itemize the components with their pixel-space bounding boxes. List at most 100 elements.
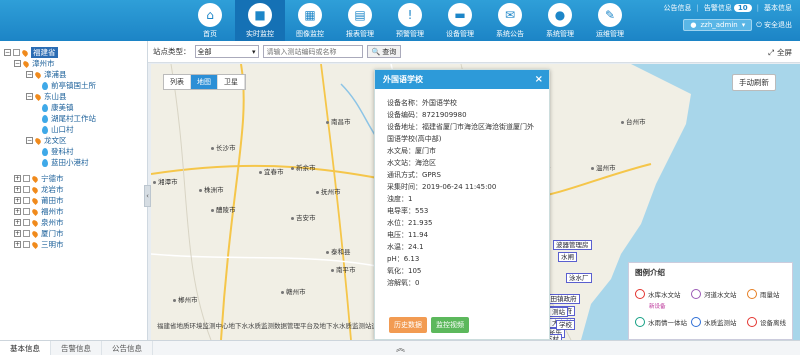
logout-label: 安全退出 [764,21,792,29]
legend-item: 水库水文站 [635,289,681,299]
tree-node-city2[interactable]: + 宁德市 [14,173,64,184]
map-type-1[interactable]: 地图 [191,75,218,89]
bottom-tab[interactable]: 告警信息 [51,341,102,355]
city-label: 吉安市 [291,212,316,222]
expand-toggle[interactable]: + [14,241,21,248]
checkbox[interactable] [23,219,30,226]
chevron-down-icon: ▾ [251,47,256,56]
checkbox[interactable] [23,208,30,215]
bottom-tab[interactable]: 公告信息 [102,341,153,355]
checkbox[interactable] [13,49,20,56]
quality-station-icon [691,317,701,327]
expand-toggle[interactable]: + [14,219,21,226]
legend-item: 设备离线 [747,317,786,327]
sidebar-collapse-toggle[interactable]: ‹ [144,185,151,207]
bottom-tab[interactable]: 基本信息 [0,341,51,355]
location-pin-icon [21,48,29,57]
refresh-button[interactable]: 手动刷新 [732,74,776,91]
legend-item: 河道水文站 [691,289,737,299]
checkbox[interactable] [23,175,30,182]
nav-label: 图像监控 [296,30,324,38]
nav-item-report[interactable]: ▤ 报表管理 [335,0,385,41]
monitor-video-button[interactable]: 监控视频 [431,317,469,333]
checkbox[interactable] [23,230,30,237]
popup-field: 设备地址：福建省厦门市海沧区海沧街道厦门外国语学校(高中部) [387,123,534,143]
expand-toggle[interactable]: − [26,93,33,100]
fullscreen-button[interactable]: ⤢ 全屏 [768,47,792,58]
warning-link[interactable]: 告警信息 10 [704,3,752,13]
expand-toggle[interactable]: − [26,137,33,144]
tree-node-label: 漳浦县 [44,70,67,79]
expand-toggle[interactable]: − [14,60,21,67]
nav-item-home[interactable]: ⌂ 首页 [185,0,235,41]
popup-field: 水温：24.1 [387,243,424,251]
search-input[interactable] [262,45,363,58]
nav-item-warning[interactable]: ! 预警管理 [385,0,435,41]
station-tag[interactable]: 学校 [556,320,575,330]
expand-toggle[interactable]: − [4,49,11,56]
expand-toggle[interactable]: + [14,197,21,204]
top-header: ⌂ 首页 ■ 实时监控 ▦ 图像监控 ▤ 报表管理! 预警管理 ▬ 设备管理 ✉ 系统公告 ● 系统管理 ✎ 运… [0,0,800,41]
station-tag[interactable]: 水闸 [558,252,577,262]
tree-node-city2[interactable]: + 泉州市 [14,217,64,228]
popup-field: 采集时间：2019-06-24 11:45:00 [387,183,497,191]
expand-toggle[interactable]: + [14,186,21,193]
tree-node-county[interactable]: − 龙文区 [26,135,67,146]
nav-item-camera[interactable]: ■ 实时监控 [235,0,285,41]
type-select[interactable]: 全部 ▾ [194,45,259,58]
rain-station-icon [747,289,757,299]
logout-button[interactable]: ⏻ 安全退出 [756,20,792,30]
map-type-0[interactable]: 列表 [164,75,191,89]
popup-field: 氧化：105 [387,267,422,275]
tree-node-city2[interactable]: + 三明市 [14,239,64,250]
close-icon[interactable]: × [535,70,543,89]
nav-item-image[interactable]: ▦ 图像监控 [285,0,335,41]
popup-field: 水位：21.935 [387,219,433,227]
announcement-link[interactable]: 公告信息 [664,3,692,13]
city-label: 南昌市 [326,116,351,126]
tree-node-root[interactable]: − 福建省 [4,47,58,58]
nav-item-maintenance[interactable]: ✎ 运维管理 [585,0,635,41]
chevron-up-icon[interactable]: ︽ [396,341,405,354]
nav-item-user-admin[interactable]: ● 系统管理 [535,0,585,41]
expand-toggle[interactable]: − [26,71,33,78]
checkbox[interactable] [23,197,30,204]
checkbox[interactable] [23,241,30,248]
query-button[interactable]: 🔍 查询 [366,45,402,58]
map-type-switch: 列表 地图 卫星 [163,74,246,90]
tree-node-station[interactable]: 康美镇 [42,102,74,113]
power-icon: ⏻ [756,21,762,29]
tree-node-station[interactable]: 登科村 [42,146,74,157]
tree-node-label: 湖尾村工作站 [51,114,96,123]
checkbox[interactable] [23,186,30,193]
history-data-button[interactable]: 历史数据 [389,317,427,333]
expand-toggle[interactable]: + [14,230,21,237]
basic-info-link[interactable]: 基本信息 [764,3,792,13]
tree-node-station[interactable]: 湖尾村工作站 [42,113,96,124]
tree-node-label: 三明市 [41,240,64,249]
tree-node-station[interactable]: 前亭镇国土所 [42,80,96,91]
tree-node-station[interactable]: 蓝田小港村 [42,157,89,168]
tree-node-label: 蓝田小港村 [51,158,89,167]
tree-node-city2[interactable]: + 龙岩市 [14,184,64,195]
tree-node-city[interactable]: − 漳州市 [14,58,55,69]
popup-body: 设备名称：外国语学校 设备编码：8721909980 设备地址：福建省厦门市海沧区海… [375,89,549,289]
tree-node-station[interactable]: 山口村 [42,124,74,135]
location-pin-icon [34,92,42,101]
user-dropdown[interactable]: ● zzh_admin ▾ [683,19,753,31]
tree-node-city2[interactable]: + 莆田市 [14,195,64,206]
tree-node-county[interactable]: − 东山县 [26,91,67,102]
tree-node-label: 宁德市 [41,174,64,183]
tree-node-county[interactable]: − 漳浦县 [26,69,67,80]
nav-item-device[interactable]: ▬ 设备管理 [435,0,485,41]
expand-toggle[interactable]: + [14,175,21,182]
station-tag[interactable]: 波器管理房 [553,240,592,250]
query-label: 查询 [382,47,397,56]
map-type-2[interactable]: 卫星 [218,75,245,89]
station-tag[interactable]: 泳水厂 [566,273,592,283]
nav-item-announcement[interactable]: ✉ 系统公告 [485,0,535,41]
tree-node-city2[interactable]: + 厦门市 [14,228,64,239]
expand-toggle[interactable]: + [14,208,21,215]
tree-node-city2[interactable]: + 福州市 [14,206,64,217]
station-tag[interactable]: 测站 [549,307,568,317]
